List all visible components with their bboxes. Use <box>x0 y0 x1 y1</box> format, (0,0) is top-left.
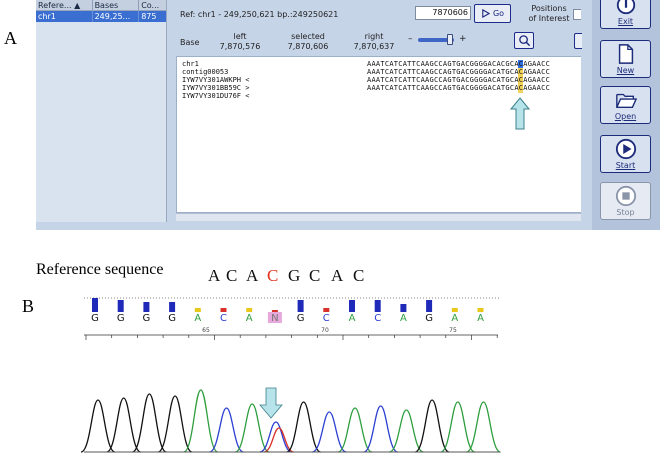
quality-bar <box>271 310 278 312</box>
quality-bars <box>92 298 484 312</box>
base-call: G <box>117 313 125 324</box>
quality-bar <box>169 302 176 312</box>
trace-peak <box>414 399 450 453</box>
base-call: N <box>271 313 278 324</box>
trace-peak <box>312 411 347 453</box>
trace-peak <box>157 395 193 453</box>
position-axis-ticks <box>85 335 498 340</box>
trace-peak <box>440 401 476 453</box>
base-call: A <box>400 313 407 324</box>
trace-peak <box>132 393 167 453</box>
base-call: G <box>297 313 305 324</box>
trace-peak <box>389 409 424 453</box>
base-call: G <box>425 313 433 324</box>
quality-bar <box>92 298 98 312</box>
base-call: A <box>477 313 484 324</box>
quality-bar <box>220 308 227 312</box>
base-call: A <box>194 313 201 324</box>
position-label: 70 <box>321 327 329 334</box>
base-call: A <box>451 313 458 324</box>
trace-peak <box>209 407 244 453</box>
trace-peak <box>286 401 321 453</box>
quality-bar <box>194 308 201 312</box>
base-call: G <box>168 313 176 324</box>
down-arrow-icon <box>259 387 283 419</box>
quality-bar <box>349 300 355 312</box>
base-call: C <box>220 313 227 324</box>
chromatogram: G G G G A C A N G C A C A G A A 65 70 75 <box>80 297 501 453</box>
quality-bar <box>117 300 124 312</box>
trace-peak <box>337 407 373 453</box>
base-call: C <box>323 313 330 324</box>
trace-peak <box>106 397 142 453</box>
quality-bar <box>400 304 407 312</box>
trace-peak <box>466 401 501 453</box>
position-label: 75 <box>449 327 457 334</box>
quality-bar <box>426 300 433 312</box>
trace-peak <box>363 405 399 453</box>
trace-peak <box>183 389 219 453</box>
base-call: C <box>374 313 381 324</box>
base-call: A <box>246 313 253 324</box>
base-call: A <box>349 313 356 324</box>
base-call: G <box>143 313 151 324</box>
quality-bar <box>297 300 304 312</box>
base-call: G <box>91 313 99 324</box>
base-calls: GGGGACANGCACAGAA <box>91 312 484 324</box>
quality-bar <box>246 308 253 312</box>
trace-peak <box>259 421 293 453</box>
chromatogram-traces <box>80 389 501 453</box>
quality-bar <box>374 300 381 312</box>
position-label: 65 <box>202 327 210 334</box>
quality-bar <box>451 308 458 312</box>
trace-peak <box>234 403 270 453</box>
quality-bar <box>477 308 484 312</box>
quality-bar <box>143 302 150 312</box>
trace-peak <box>80 399 116 453</box>
quality-bar <box>323 308 330 312</box>
